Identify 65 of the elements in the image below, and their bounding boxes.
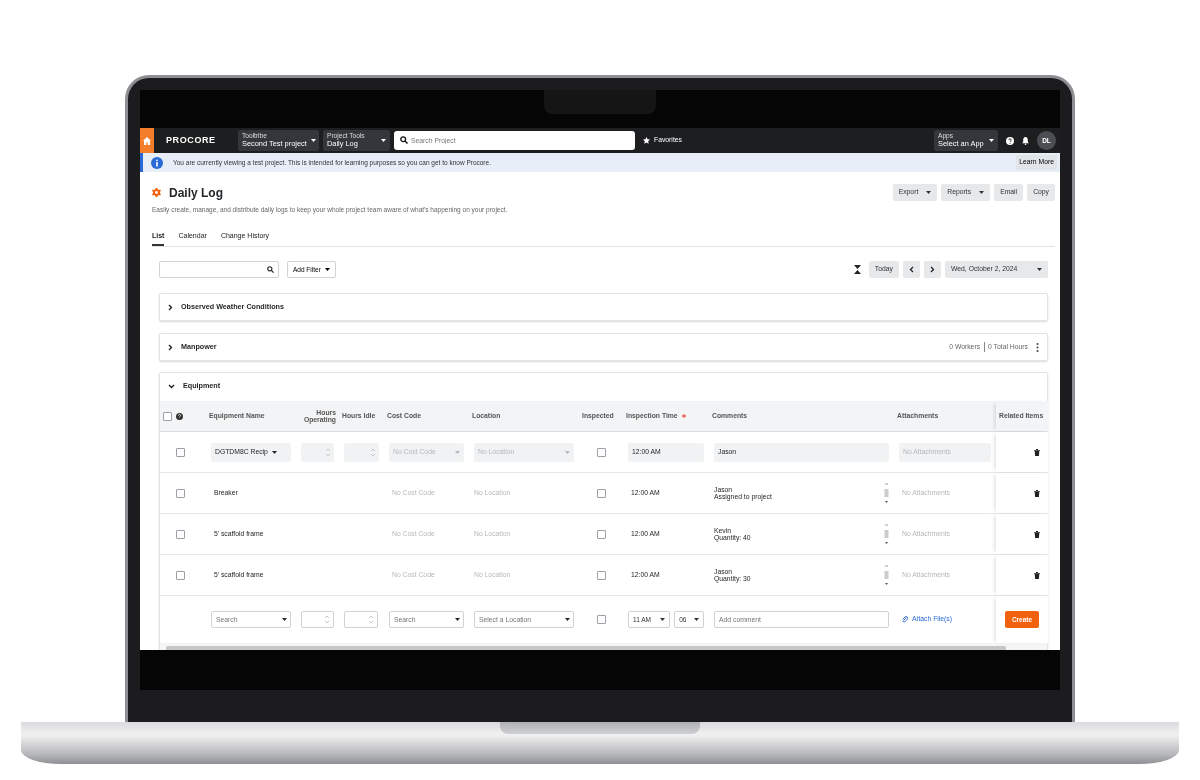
search-icon[interactable]	[267, 266, 274, 273]
help-icon[interactable]	[176, 412, 183, 420]
chevron-right-icon	[930, 266, 935, 274]
caret-icon	[565, 618, 570, 621]
number-field[interactable]	[344, 442, 379, 462]
trash-icon[interactable]	[1034, 448, 1040, 456]
caret-icon	[565, 450, 570, 454]
scroll-arrows-icon[interactable]	[884, 482, 889, 504]
inspected-checkbox[interactable]	[596, 529, 606, 539]
collapse-all-icon[interactable]	[853, 265, 861, 274]
filter-search-field[interactable]	[159, 261, 279, 278]
inspected-checkbox[interactable]	[596, 447, 606, 457]
info-icon	[151, 156, 163, 169]
number-field[interactable]	[344, 611, 378, 628]
caret-icon	[282, 618, 287, 621]
caret-icon	[381, 139, 386, 142]
row-checkbox[interactable]	[176, 529, 185, 539]
chevron-right-icon[interactable]	[168, 303, 173, 311]
search-icon[interactable]	[400, 136, 408, 144]
stepper-arrows-icon[interactable]	[369, 615, 373, 624]
caret-icon	[979, 191, 985, 194]
caret-icon	[455, 618, 460, 621]
number-field[interactable]	[301, 442, 334, 462]
page-title: Daily Log	[169, 184, 223, 202]
bell-icon[interactable]	[1022, 136, 1029, 145]
help-icon[interactable]	[1006, 136, 1014, 145]
number-field[interactable]	[301, 611, 334, 628]
home-icon	[143, 136, 151, 145]
chevron-down-icon[interactable]	[168, 383, 175, 389]
row-checkbox[interactable]	[176, 488, 185, 498]
caret-icon	[926, 191, 932, 194]
stepper-arrows-icon[interactable]	[325, 615, 329, 624]
stepper-arrows-icon[interactable]	[326, 447, 330, 457]
home-button[interactable]	[140, 128, 154, 153]
caret-icon	[1037, 268, 1042, 271]
row-checkbox[interactable]	[176, 447, 185, 457]
chevron-right-icon[interactable]	[168, 343, 173, 351]
paperclip-icon[interactable]	[902, 616, 908, 623]
next-button[interactable]	[924, 261, 941, 278]
caret-icon	[660, 618, 666, 621]
logo[interactable]: PROCORE	[166, 133, 224, 148]
horizontal-scrollbar[interactable]	[160, 643, 1047, 650]
trash-icon[interactable]	[1034, 571, 1040, 579]
previous-button[interactable]	[903, 261, 920, 278]
caret-icon	[694, 618, 699, 621]
scroll-arrows-icon[interactable]	[884, 564, 889, 586]
row-checkbox[interactable]	[176, 570, 185, 580]
trash-icon[interactable]	[1034, 489, 1040, 497]
inspected-checkbox[interactable]	[596, 488, 606, 498]
caret-icon	[271, 450, 277, 454]
scroll-arrows-icon[interactable]	[884, 523, 889, 545]
caret-icon	[310, 139, 316, 142]
caret-icon	[455, 450, 460, 454]
chevron-left-icon	[909, 266, 914, 274]
gear-icon	[152, 188, 161, 197]
caret-icon	[989, 139, 994, 142]
select-all-checkbox[interactable]	[163, 411, 172, 421]
more-icon[interactable]	[1036, 342, 1039, 352]
inspected-checkbox[interactable]	[596, 615, 606, 624]
caret-icon	[324, 268, 330, 271]
required-icon	[681, 414, 686, 418]
inspected-checkbox[interactable]	[596, 570, 606, 580]
trash-icon[interactable]	[1034, 530, 1040, 538]
star-icon[interactable]	[643, 137, 650, 144]
stepper-arrows-icon[interactable]	[371, 447, 375, 457]
